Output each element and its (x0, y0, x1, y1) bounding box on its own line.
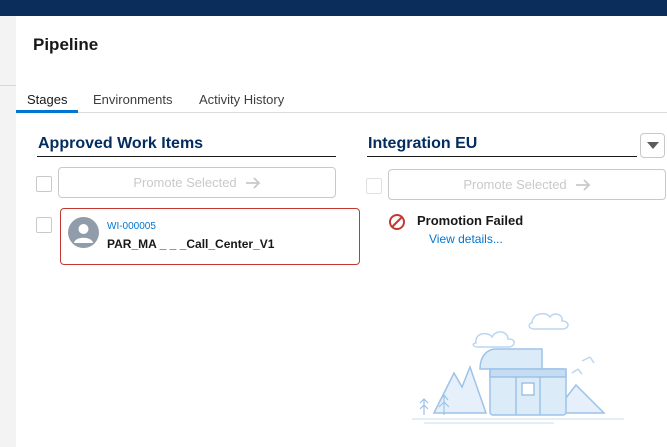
arrow-right-icon (245, 176, 261, 189)
work-item-checkbox[interactable] (36, 217, 52, 233)
user-avatar-icon (68, 217, 99, 248)
integration-eu-title: Integration EU (368, 135, 478, 152)
tab-stages[interactable]: Stages (27, 92, 67, 107)
active-tab-indicator (16, 110, 78, 113)
treasure-chest-illustration (404, 303, 629, 433)
work-item-id[interactable]: WI-000005 (107, 221, 156, 232)
global-header-bar (0, 0, 667, 16)
tab-activity-history[interactable]: Activity History (199, 92, 284, 107)
tab-environments[interactable]: Environments (93, 92, 172, 107)
approved-column-rule (37, 156, 336, 157)
view-details-link[interactable]: View details... (429, 232, 503, 246)
chevron-down-icon (646, 137, 659, 155)
promote-selected-button[interactable]: Promote Selected (58, 167, 336, 198)
tab-bar: Stages Environments Activity History (16, 82, 667, 113)
promotion-status-text: Promotion Failed (417, 213, 524, 228)
integration-column-rule (367, 156, 637, 157)
approved-work-items-title: Approved Work Items (38, 135, 204, 152)
integration-promote-selected-button[interactable]: Promote Selected (388, 169, 666, 200)
promote-selected-label: Promote Selected (133, 175, 237, 190)
work-item-name: PAR_MA _ _ _Call_Center_V1 (107, 237, 275, 251)
select-all-approved-checkbox[interactable] (36, 176, 52, 192)
left-rail (0, 16, 16, 447)
pipeline-panel: Pipeline Stages Environments Activity Hi… (16, 16, 667, 447)
prohibited-icon (388, 213, 406, 236)
integration-promote-label: Promote Selected (463, 177, 567, 192)
page-title: Pipeline (33, 35, 99, 54)
select-all-integration-checkbox[interactable] (366, 178, 382, 194)
arrow-right-icon (575, 178, 591, 191)
left-rail-divider (0, 85, 16, 86)
integration-dropdown-button[interactable] (640, 133, 665, 158)
work-item-card[interactable]: WI-000005 PAR_MA _ _ _Call_Center_V1 (60, 208, 360, 265)
